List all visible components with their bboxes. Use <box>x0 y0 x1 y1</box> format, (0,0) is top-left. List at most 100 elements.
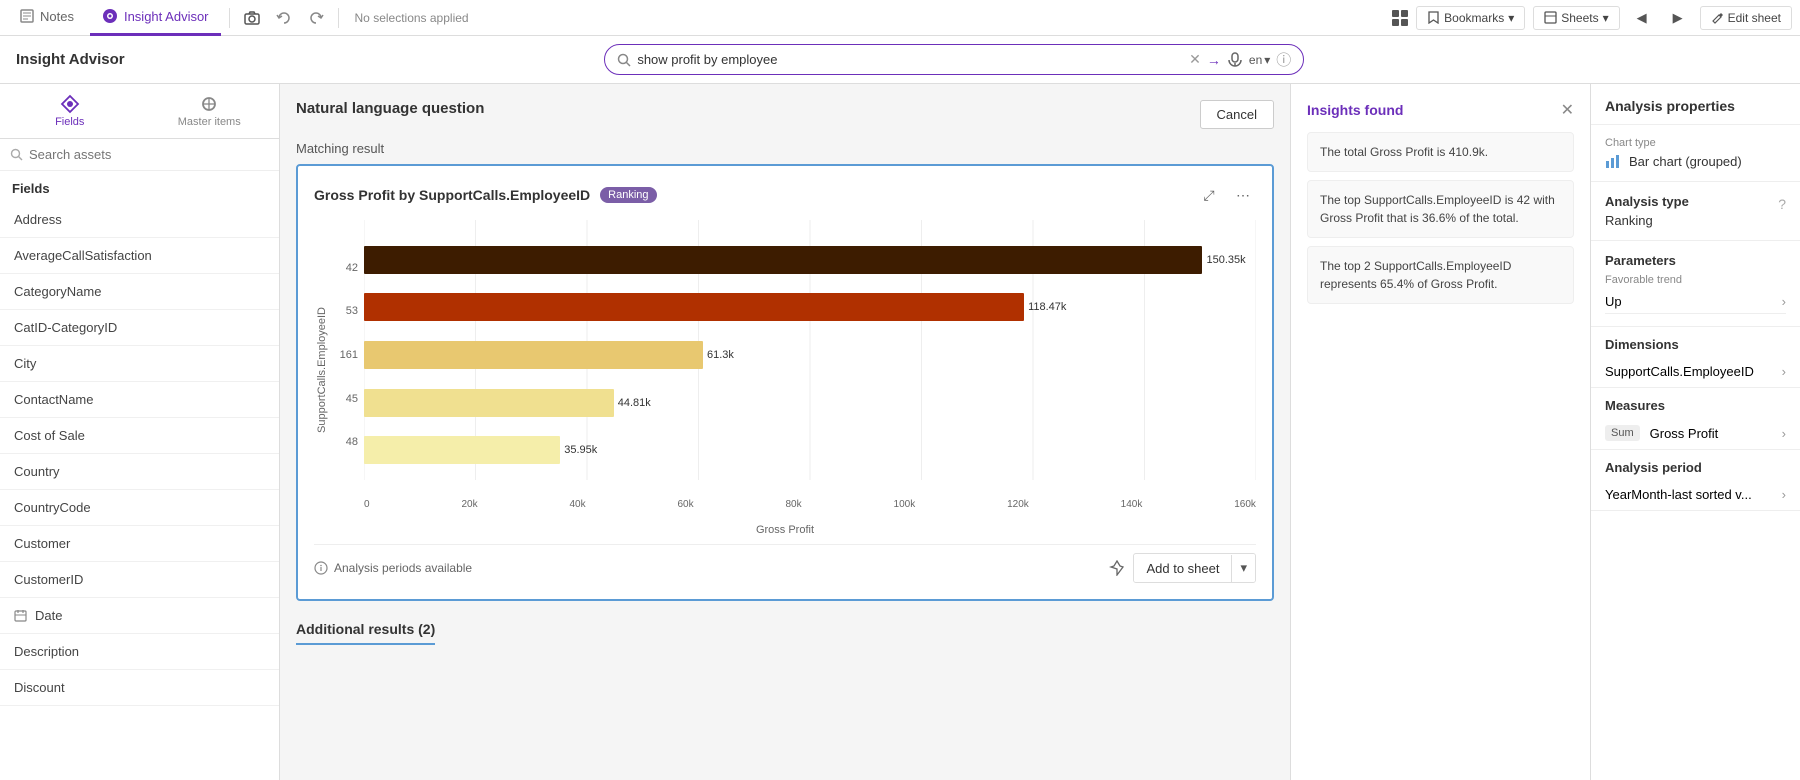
nav-back-btn[interactable]: ◀ <box>1628 4 1656 32</box>
field-item-catid[interactable]: CatID-CategoryID <box>0 310 279 346</box>
measure-row[interactable]: Sum Gross Profit › <box>1591 417 1800 450</box>
search-assets-input[interactable] <box>29 147 269 162</box>
search-assets-icon <box>10 148 23 161</box>
bars-area: 150.35k 118.47k 61.3k <box>364 230 1256 480</box>
analysis-period-label: Analysis period <box>1605 460 1702 475</box>
analysis-period-value: YearMonth-last sorted v... <box>1605 487 1752 502</box>
field-label: City <box>14 356 36 371</box>
add-to-sheet-dropdown[interactable]: ▾ <box>1232 554 1255 582</box>
measure-value: Gross Profit <box>1650 426 1719 441</box>
sheets-btn[interactable]: Sheets ▾ <box>1533 6 1619 30</box>
bar-161 <box>364 341 703 369</box>
grid-view-icon[interactable] <box>1392 10 1408 26</box>
field-item-date[interactable]: Date <box>0 598 279 634</box>
bar-value-45: 44.81k <box>618 397 651 409</box>
analysis-period-row[interactable]: YearMonth-last sorted v... › <box>1591 479 1800 511</box>
chart-card: Gross Profit by SupportCalls.EmployeeID … <box>296 164 1274 601</box>
field-label: AverageCallSatisfaction <box>14 248 152 263</box>
pin-icon[interactable] <box>1109 560 1125 576</box>
favorable-trend-row[interactable]: Up › <box>1605 290 1786 314</box>
cancel-button[interactable]: Cancel <box>1200 100 1274 129</box>
bar-value-53: 118.47k <box>1028 301 1066 313</box>
field-label: Country <box>14 464 60 479</box>
chart-footer: Analysis periods available Add to sheet … <box>314 544 1256 583</box>
camera-btn[interactable] <box>238 4 266 32</box>
insights-title: Insights found <box>1307 102 1403 118</box>
microphone-icon[interactable] <box>1227 52 1243 68</box>
language-selector[interactable]: en ▾ <box>1249 53 1270 67</box>
dimension-row[interactable]: SupportCalls.EmployeeID › <box>1591 356 1800 388</box>
favorable-trend-value: Up <box>1605 294 1622 309</box>
field-item-contact[interactable]: ContactName <box>0 382 279 418</box>
field-item-address[interactable]: Address <box>0 202 279 238</box>
chart-title: Gross Profit by SupportCalls.EmployeeID <box>314 187 590 203</box>
undo-btn[interactable] <box>270 4 298 32</box>
field-label: CustomerID <box>14 572 83 587</box>
more-options-btn[interactable]: ⋯ <box>1230 182 1256 208</box>
y-label-42: 42 <box>346 262 358 274</box>
nav-forward-btn[interactable]: ▶ <box>1664 4 1692 32</box>
notes-tab[interactable]: Notes <box>8 0 86 36</box>
search-input[interactable] <box>637 52 1183 67</box>
y-axis-title: SupportCalls.EmployeeID <box>316 307 328 433</box>
dimension-value: SupportCalls.EmployeeID <box>1605 364 1754 379</box>
analysis-type-section: Analysis type ? Ranking <box>1591 182 1800 241</box>
left-panel: Fields Master items Fields Address Avera… <box>0 84 280 780</box>
bar-value-48: 35.95k <box>564 444 597 456</box>
tab-master-items[interactable]: Master items <box>140 84 280 138</box>
measure-sum-badge: Sum <box>1605 425 1640 441</box>
x-axis-title: Gross Profit <box>314 524 1256 536</box>
ranking-badge: Ranking <box>600 187 656 203</box>
bookmarks-btn[interactable]: Bookmarks ▾ <box>1416 6 1525 30</box>
field-item-catname[interactable]: CategoryName <box>0 274 279 310</box>
dimensions-section-header: Dimensions <box>1591 327 1800 356</box>
insight-bar: Insight Advisor ✕ → en ▾ ⓘ <box>0 36 1800 84</box>
nav-divider-2 <box>338 8 339 28</box>
bar-42 <box>364 246 1202 274</box>
dimensions-label: Dimensions <box>1605 337 1679 352</box>
expand-btn[interactable]: ⤢ <box>1196 182 1222 208</box>
nav-divider <box>229 8 230 28</box>
field-label: Cost of Sale <box>14 428 85 443</box>
field-item-avgcall[interactable]: AverageCallSatisfaction <box>0 238 279 274</box>
section-title: Natural language question <box>296 100 484 117</box>
field-item-customerid[interactable]: CustomerID <box>0 562 279 598</box>
field-item-discount[interactable]: Discount <box>0 670 279 706</box>
edit-sheet-btn[interactable]: Edit sheet <box>1700 6 1792 30</box>
field-label: CategoryName <box>14 284 101 299</box>
y-label-53: 53 <box>346 305 358 317</box>
y-label-161: 161 <box>340 349 358 361</box>
tab-fields[interactable]: Fields <box>0 84 140 138</box>
insight-item-2: The top SupportCalls.EmployeeID is 42 wi… <box>1307 180 1574 238</box>
field-item-country[interactable]: Country <box>0 454 279 490</box>
insights-panel: Insights found ✕ The total Gross Profit … <box>1290 84 1590 780</box>
insight-tab[interactable]: Insight Advisor <box>90 0 221 36</box>
redo-btn[interactable] <box>302 4 330 32</box>
insight-bar-title: Insight Advisor <box>16 51 125 68</box>
notes-icon <box>20 9 34 23</box>
search-submit-btn[interactable]: → <box>1207 52 1221 68</box>
sheets-icon <box>1544 11 1557 24</box>
field-item-city[interactable]: City <box>0 346 279 382</box>
field-label: CountryCode <box>14 500 91 515</box>
analysis-type-value: Ranking <box>1605 213 1653 228</box>
info-icon[interactable]: ⓘ <box>1276 49 1291 70</box>
measures-label: Measures <box>1605 398 1665 413</box>
y-label-45: 45 <box>346 393 358 405</box>
field-item-description[interactable]: Description <box>0 634 279 670</box>
field-item-customer[interactable]: Customer <box>0 526 279 562</box>
bar-value-161: 61.3k <box>707 349 734 361</box>
search-clear-btn[interactable]: ✕ <box>1189 51 1201 68</box>
search-icon <box>617 53 631 67</box>
insights-close-btn[interactable]: ✕ <box>1561 100 1574 120</box>
insight-tab-label: Insight Advisor <box>124 9 209 24</box>
field-item-countrycode[interactable]: CountryCode <box>0 490 279 526</box>
analysis-type-help-icon[interactable]: ? <box>1778 196 1786 212</box>
chart-card-header: Gross Profit by SupportCalls.EmployeeID … <box>314 182 1256 208</box>
analysis-period-section-header: Analysis period <box>1591 450 1800 479</box>
chevron-right-icon: › <box>1782 294 1786 309</box>
field-label: Date <box>35 608 62 623</box>
add-to-sheet-btn[interactable]: Add to sheet ▾ <box>1133 553 1256 583</box>
field-item-costofsale[interactable]: Cost of Sale <box>0 418 279 454</box>
x-axis-labels: 0 20k 40k 60k 80k 100k 120k 140k 160k <box>364 499 1256 510</box>
